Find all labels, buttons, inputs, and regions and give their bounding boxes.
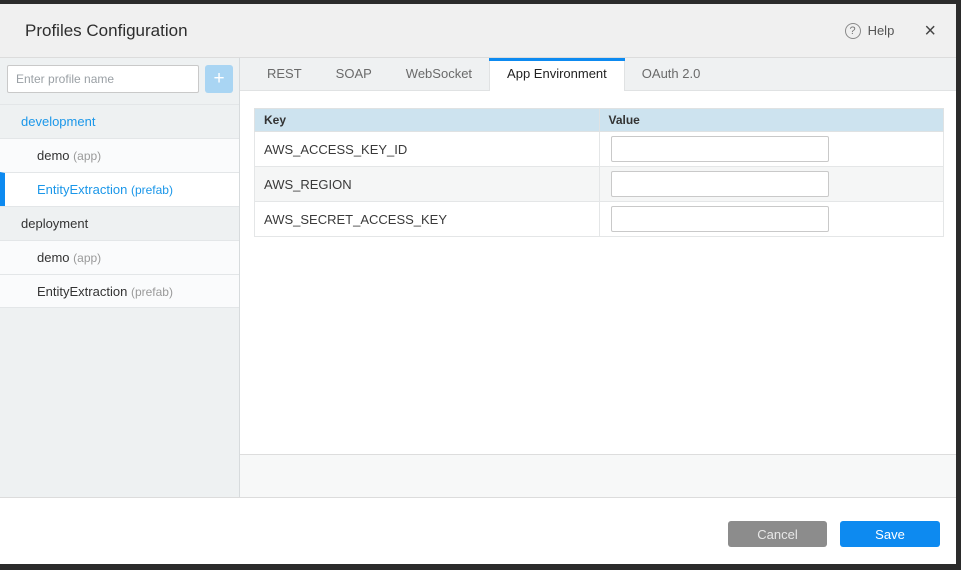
tree-item-demo-app-2[interactable]: demo (app) (0, 240, 239, 274)
environment-table: Key Value AWS_ACCESS_KEY_ID AWS_REGION (254, 108, 944, 237)
cancel-button[interactable]: Cancel (728, 521, 827, 547)
tree-item-demo-app[interactable]: demo (app) (0, 138, 239, 172)
env-key: AWS_REGION (255, 167, 600, 202)
table-row: AWS_ACCESS_KEY_ID (255, 132, 944, 167)
header-actions: ? Help × (845, 21, 936, 41)
tree-item-development[interactable]: development (0, 104, 239, 138)
profiles-sidebar: + development demo (app) EntityExtractio… (0, 58, 240, 497)
profiles-tree: development demo (app) EntityExtraction … (0, 104, 239, 308)
tree-item-entityextraction-prefab[interactable]: EntityExtraction (prefab) (0, 172, 239, 206)
env-value-input-aws-secret-access-key[interactable] (611, 206, 829, 232)
profile-name-input[interactable] (7, 65, 199, 93)
tree-item-suffix: (prefab) (131, 285, 173, 299)
tab-app-environment[interactable]: App Environment (489, 58, 625, 91)
tree-item-label: EntityExtraction (37, 284, 127, 299)
add-profile-button[interactable]: + (205, 65, 233, 93)
tree-item-label: EntityExtraction (37, 182, 127, 197)
tab-rest[interactable]: REST (250, 58, 319, 90)
tree-item-suffix: (prefab) (131, 183, 173, 197)
tree-item-deployment[interactable]: deployment (0, 206, 239, 240)
help-link[interactable]: Help (868, 23, 895, 38)
page-title: Profiles Configuration (25, 21, 188, 41)
settings-panel: REST SOAP WebSocket App Environment OAut… (240, 58, 956, 497)
tree-item-label: development (21, 114, 95, 129)
table-row: AWS_SECRET_ACCESS_KEY (255, 202, 944, 237)
app-environment-content: Key Value AWS_ACCESS_KEY_ID AWS_REGION (240, 91, 956, 454)
env-key: AWS_ACCESS_KEY_ID (255, 132, 600, 167)
dialog-footer: Cancel Save (0, 498, 956, 564)
tree-item-label: demo (37, 250, 70, 265)
tab-soap[interactable]: SOAP (319, 58, 389, 90)
tree-item-entityextraction-prefab-2[interactable]: EntityExtraction (prefab) (0, 274, 239, 308)
save-button[interactable]: Save (840, 521, 940, 547)
table-row: AWS_REGION (255, 167, 944, 202)
tab-websocket[interactable]: WebSocket (389, 58, 489, 90)
tab-oauth[interactable]: OAuth 2.0 (625, 58, 718, 90)
dialog-body: + development demo (app) EntityExtractio… (0, 58, 956, 498)
env-value-input-aws-region[interactable] (611, 171, 829, 197)
column-header-value: Value (599, 109, 944, 132)
profiles-configuration-dialog: Profiles Configuration ? Help × + develo… (0, 4, 956, 564)
env-value-input-aws-access-key-id[interactable] (611, 136, 829, 162)
tree-item-label: deployment (21, 216, 88, 231)
tree-item-label: demo (37, 148, 70, 163)
close-icon[interactable]: × (924, 21, 936, 41)
env-key: AWS_SECRET_ACCESS_KEY (255, 202, 600, 237)
dialog-header: Profiles Configuration ? Help × (0, 4, 956, 58)
tab-bar: REST SOAP WebSocket App Environment OAut… (240, 58, 956, 91)
panel-footer-strip (240, 454, 956, 497)
tree-item-suffix: (app) (73, 251, 101, 265)
help-icon[interactable]: ? (845, 23, 861, 39)
column-header-key: Key (255, 109, 600, 132)
table-header-row: Key Value (255, 109, 944, 132)
tree-item-suffix: (app) (73, 149, 101, 163)
profile-create-row: + (0, 58, 239, 93)
